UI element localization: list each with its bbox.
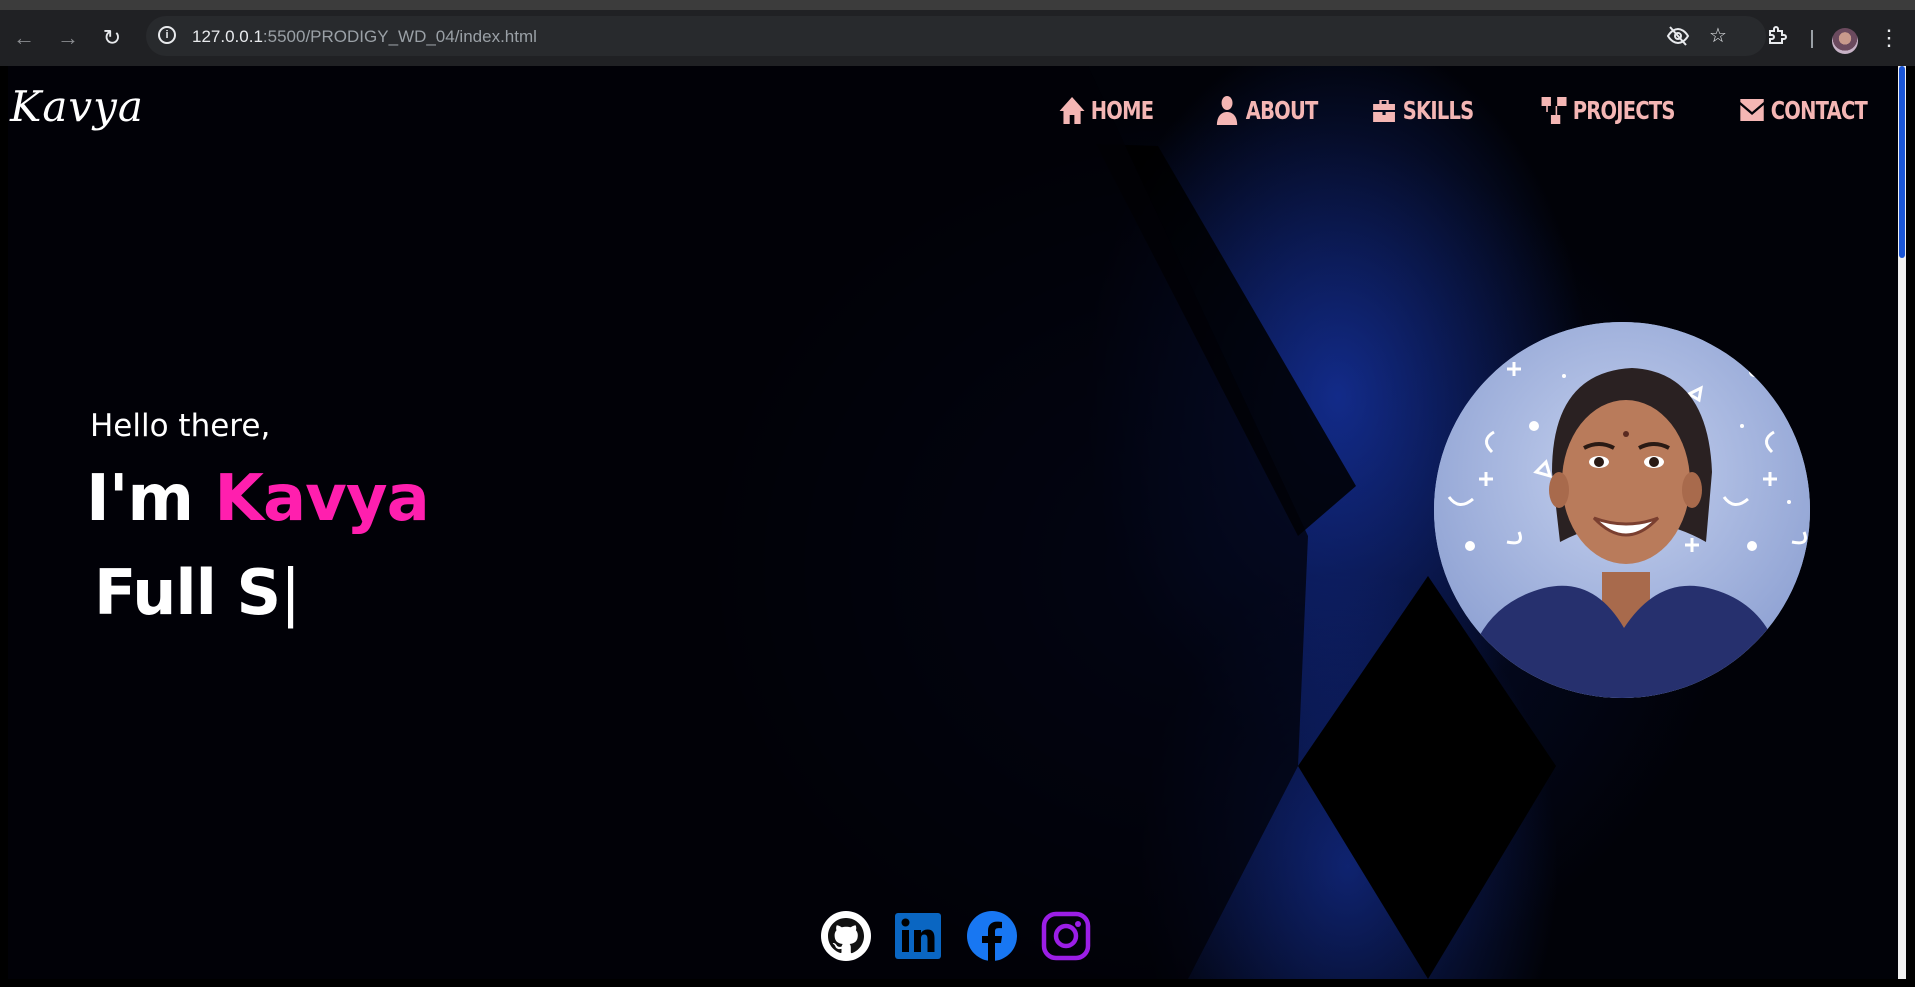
toolbar-divider xyxy=(1811,30,1813,48)
site-logo[interactable]: Kavya xyxy=(10,82,144,131)
typed-text: Full S xyxy=(94,556,281,629)
forward-icon[interactable]: → xyxy=(54,24,82,52)
hero-typed-text: Full S| xyxy=(94,556,301,629)
typing-cursor: | xyxy=(280,556,301,629)
hero-name: I'm Kavya xyxy=(86,462,430,536)
page-viewport: Kavya HOME ABOUT SKILLS PROJECTS CONTACT… xyxy=(8,66,1906,979)
extensions-icon[interactable] xyxy=(1764,24,1792,55)
nav-projects[interactable]: PROJECTS xyxy=(1540,90,1675,130)
nav-home[interactable]: HOME xyxy=(1058,90,1154,130)
envelope-icon xyxy=(1740,99,1764,121)
home-icon xyxy=(1059,97,1085,124)
github-icon[interactable] xyxy=(820,910,872,962)
sitemap-icon xyxy=(1541,97,1567,124)
url-text[interactable]: 127.0.0.1:5500/PRODIGY_WD_04/index.html xyxy=(192,27,537,47)
nav-about[interactable]: ABOUT xyxy=(1213,90,1318,130)
back-icon[interactable]: ← xyxy=(10,24,38,52)
address-bar[interactable]: i 127.0.0.1:5500/PRODIGY_WD_04/index.htm… xyxy=(146,16,1766,56)
url-host: 127.0.0.1 xyxy=(192,27,263,46)
hero-name-highlight: Kavya xyxy=(214,462,429,536)
nav-skills-label: SKILLS xyxy=(1402,95,1474,125)
nav-home-label: HOME xyxy=(1090,95,1154,125)
user-icon xyxy=(1216,96,1238,125)
url-path: :5500/PRODIGY_WD_04/index.html xyxy=(262,27,537,46)
hero-greeting: Hello there, xyxy=(90,408,271,444)
nav-about-label: ABOUT xyxy=(1245,95,1319,125)
hero-name-prefix: I'm xyxy=(86,462,215,536)
nav-projects-label: PROJECTS xyxy=(1572,95,1676,125)
site-info-icon[interactable]: i xyxy=(158,26,176,44)
page-scrollbar[interactable] xyxy=(1898,66,1906,979)
eye-off-icon[interactable] xyxy=(1666,25,1690,47)
nav-contact-label: CONTACT xyxy=(1770,95,1868,125)
reload-icon[interactable]: ↻ xyxy=(98,24,126,52)
browser-toolbar: ← → ↻ i 127.0.0.1:5500/PRODIGY_WD_04/ind… xyxy=(0,0,1915,66)
nav-contact[interactable]: CONTACT xyxy=(1738,90,1868,130)
scrollbar-thumb[interactable] xyxy=(1899,66,1905,258)
profile-avatar[interactable] xyxy=(1832,28,1858,54)
nav-skills[interactable]: SKILLS xyxy=(1370,90,1474,130)
profile-photo xyxy=(1434,322,1810,698)
facebook-icon[interactable] xyxy=(966,910,1018,962)
menu-icon[interactable]: ⋮ xyxy=(1878,24,1900,52)
star-icon[interactable]: ☆ xyxy=(1706,25,1730,47)
instagram-icon[interactable] xyxy=(1040,910,1092,962)
linkedin-icon[interactable] xyxy=(892,910,944,962)
toolbox-icon xyxy=(1373,100,1395,122)
